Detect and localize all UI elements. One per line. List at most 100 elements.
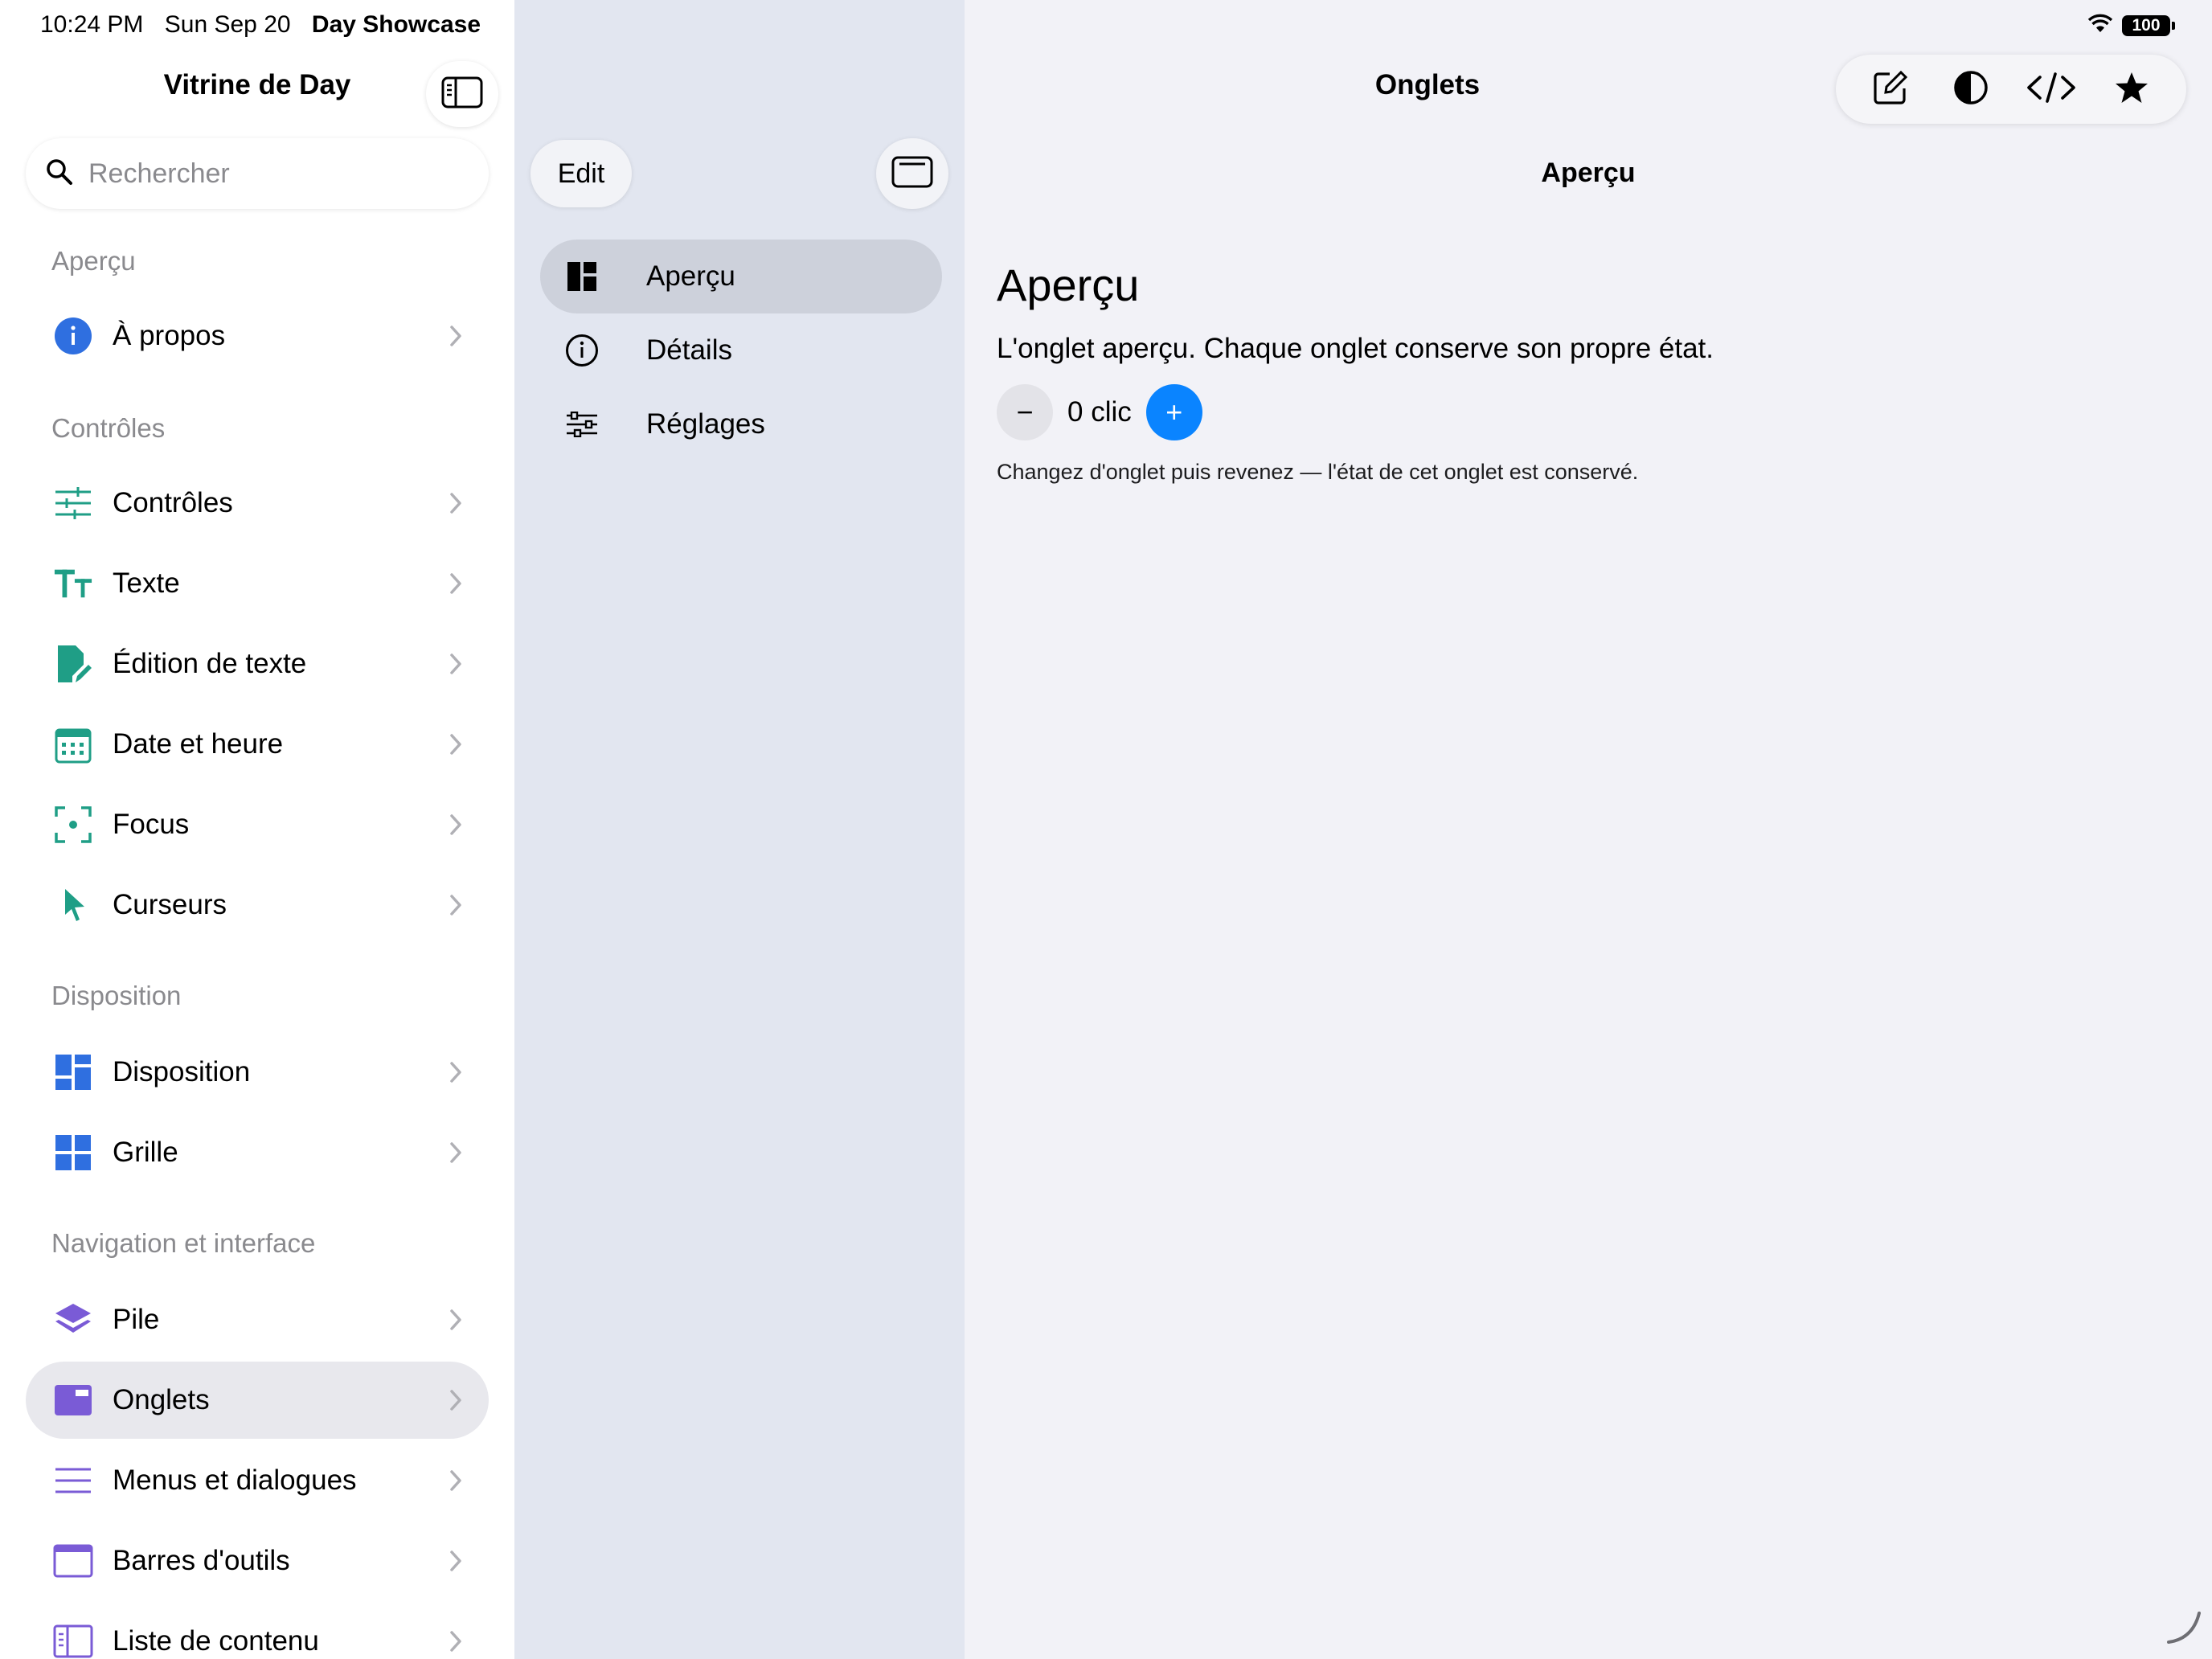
window-icon [891,156,933,192]
page-heading: Aperçu [997,260,1140,310]
compose-button[interactable] [1862,61,1919,117]
tab-label: Aperçu [646,260,735,292]
search-input[interactable] [87,157,457,190]
chevron-right-icon [447,1305,465,1334]
toolbar [1836,55,2186,124]
sidebar-item-a-propos[interactable]: À propos [26,297,489,375]
sidebar-item-barres-outils[interactable]: Barres d'outils [26,1522,489,1600]
sidebar-list-icon [53,1621,93,1659]
status-date: Sun Sep 20 [164,11,291,38]
cursor-icon [53,885,93,925]
star-icon [2114,71,2149,109]
tabs-icon [53,1380,93,1420]
battery-indicator: 100 [2122,14,2175,36]
status-time: 10:24 PM [40,11,144,38]
grid-icon [53,1133,93,1173]
tab-details[interactable]: Détails [540,313,942,387]
section-header-disposition: Disposition [51,981,182,1010]
sidebar-item-onglets[interactable]: Onglets [26,1362,489,1439]
window-button[interactable] [876,138,948,209]
sidebar-item-label: À propos [113,320,226,351]
dashboard-icon [564,259,600,294]
edit-button[interactable]: Edit [530,140,632,207]
chevron-right-icon [447,1058,465,1087]
menu-lines-icon [53,1460,93,1501]
status-bar-left: 10:24 PM Sun Sep 20 Day Showcase [40,11,495,39]
source-code-button[interactable] [2023,61,2079,117]
chevron-right-icon [447,489,465,518]
sidebar-item-label: Pile [113,1304,160,1335]
info-circle-icon [564,333,600,368]
info-icon [53,316,93,356]
section-subtitle: Aperçu [1541,158,1636,188]
sidebar-item-pile[interactable]: Pile [26,1281,489,1358]
increment-button[interactable]: + [1145,384,1202,440]
decrement-button[interactable]: − [997,384,1053,440]
sidebar-item-curseurs[interactable]: Curseurs [26,866,489,944]
detail-content: Onglets Aperçu Aperçu L'onglet aperçu. C… [965,0,2212,1659]
chevron-right-icon [447,1627,465,1656]
chevron-right-icon [447,1466,465,1495]
tab-label: Réglages [646,408,765,440]
compose-icon [1872,69,1909,110]
sidebar-item-focus[interactable]: Focus [26,786,489,863]
wifi-icon [2087,13,2114,38]
settings-sliders-icon [564,407,600,442]
sidebar-item-edition-texte[interactable]: Édition de texte [26,625,489,703]
sidebar: 10:24 PM Sun Sep 20 Day Showcase Vitrine… [0,0,514,1659]
resize-handle-icon[interactable] [2164,1607,2204,1651]
focus-icon [53,805,93,845]
sidebar-item-label: Texte [113,567,180,599]
text-size-icon [53,563,93,604]
sidebar-item-label: Contrôles [113,487,233,518]
favorite-button[interactable] [2103,61,2160,117]
search-field[interactable] [26,138,489,209]
sidebar-item-label: Focus [113,809,190,840]
sidebar-item-label: Onglets [113,1384,210,1415]
sliders-icon [53,483,93,523]
chevron-right-icon [447,1386,465,1415]
section-header-apercu: Aperçu [51,246,136,276]
tab-reglages[interactable]: Réglages [540,387,942,461]
click-counter: − 0 clic + [997,384,1202,440]
toolbar-window-icon [53,1541,93,1581]
sidebar-item-label: Édition de texte [113,648,307,679]
chevron-right-icon [447,322,465,350]
sidebar-item-label: Curseurs [113,889,227,920]
calendar-icon [53,724,93,764]
chevron-right-icon [447,810,465,839]
sidebar-item-date-heure[interactable]: Date et heure [26,706,489,783]
section-header-controles: Contrôles [51,413,166,443]
sidebar-item-grille[interactable]: Grille [26,1114,489,1191]
tab-apercu[interactable]: Aperçu [540,240,942,313]
appearance-button[interactable] [1943,61,1999,117]
sidebar-item-label: Menus et dialogues [113,1464,357,1496]
status-bar-right: 100 [2087,13,2175,38]
chevron-right-icon [447,730,465,759]
sidebar-item-menus-dialogues[interactable]: Menus et dialogues [26,1442,489,1519]
sidebar-item-controles[interactable]: Contrôles [26,465,489,542]
sidebar-item-label: Date et heure [113,728,284,760]
chevron-right-icon [447,1546,465,1575]
sidebar-item-label: Disposition [113,1056,251,1088]
contrast-icon [1952,69,1989,110]
chevron-right-icon [447,649,465,678]
sidebar-item-disposition[interactable]: Disposition [26,1034,489,1111]
section-header-navigation: Navigation et interface [51,1228,316,1258]
nav-title: Onglets [1374,69,1481,100]
sidebar-item-liste-contenu[interactable]: Liste de contenu [26,1603,489,1659]
hint-text: Changez d'onglet puis revenez — l'état d… [997,460,1639,484]
chevron-right-icon [447,569,465,598]
search-icon [45,158,74,190]
counter-value: 0 clic [1067,396,1132,428]
tab-list-column: Edit Aperçu Détails Réglages [514,0,965,1659]
sidebar-item-label: Grille [113,1137,178,1168]
stack-icon [53,1300,93,1340]
chevron-right-icon [447,891,465,920]
sidebar-item-texte[interactable]: Texte [26,545,489,622]
code-icon [2026,71,2077,109]
sidebar-toggle-button[interactable] [426,61,498,127]
sidebar-item-label: Liste de contenu [113,1625,319,1657]
tab-label: Détails [646,334,732,366]
status-app-name: Day Showcase [311,11,481,38]
